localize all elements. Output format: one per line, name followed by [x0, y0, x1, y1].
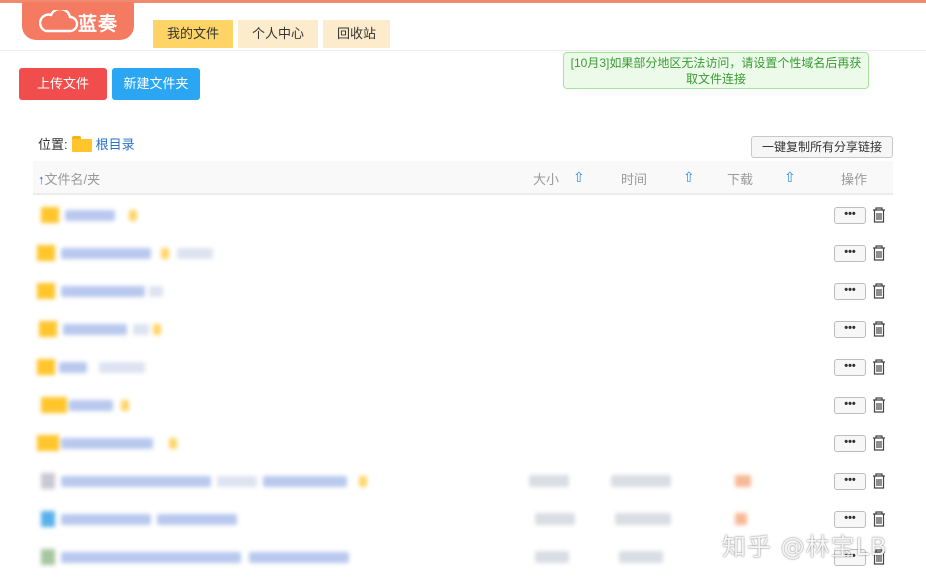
breadcrumb: 位置: 根目录 — [38, 134, 135, 153]
trash-icon[interactable] — [871, 472, 887, 490]
main-tabs: 我的文件 个人中心 回收站 — [153, 20, 391, 48]
blurred-file-time — [615, 513, 671, 525]
table-row[interactable]: ••• — [33, 275, 893, 313]
column-header-name[interactable]: ↑文件名/夹 — [38, 169, 100, 188]
trash-icon[interactable] — [871, 434, 887, 452]
file-table-header: ↑文件名/夹 大小 ⇧ 时间 ⇧ 下载 ⇧ 操作 — [33, 161, 893, 195]
more-actions-button[interactable]: ••• — [834, 473, 866, 490]
sort-size-icon[interactable]: ⇧ — [573, 169, 585, 186]
notice-banner: [10月3]如果部分地区无法访问，请设置个性域名后再获 取文件连接 — [563, 52, 869, 89]
sort-downloads-icon[interactable]: ⇧ — [784, 169, 796, 186]
blurred-download-count — [735, 513, 747, 525]
cloud-icon — [38, 10, 79, 33]
header-divider — [0, 50, 926, 51]
more-actions-button[interactable]: ••• — [834, 207, 866, 224]
more-actions-button[interactable]: ••• — [834, 397, 866, 414]
more-actions-button[interactable]: ••• — [834, 245, 866, 262]
trash-icon[interactable] — [871, 282, 887, 300]
new-folder-button[interactable]: 新建文件夹 — [112, 68, 200, 100]
blurred-download-count — [735, 475, 751, 487]
logo-text: 蓝奏 — [78, 13, 119, 35]
tab-recycle-bin[interactable]: 回收站 — [323, 20, 391, 48]
blurred-file-time — [619, 551, 663, 563]
notice-line-2: 取文件连接 — [685, 72, 746, 86]
trash-icon[interactable] — [871, 358, 887, 376]
blurred-file-size — [529, 475, 569, 487]
table-row[interactable]: ••• — [33, 313, 893, 351]
more-actions-button[interactable]: ••• — [834, 321, 866, 338]
watermark: 知乎 @林宝LB — [722, 533, 888, 561]
table-row[interactable]: ••• — [33, 427, 893, 465]
blurred-file-size — [535, 513, 575, 525]
top-accent-line — [0, 0, 926, 3]
root-directory-link[interactable]: 根目录 — [96, 134, 135, 153]
blurred-file-size — [535, 551, 569, 563]
sort-time-icon[interactable]: ⇧ — [683, 169, 695, 186]
trash-icon[interactable] — [871, 206, 887, 224]
more-actions-button[interactable]: ••• — [834, 283, 866, 300]
table-row[interactable]: ••• — [33, 237, 893, 275]
trash-icon[interactable] — [871, 396, 887, 414]
blurred-file-time — [611, 475, 671, 487]
more-actions-button[interactable]: ••• — [834, 359, 866, 376]
location-label: 位置: — [38, 137, 68, 152]
column-header-time: 时间 — [621, 172, 648, 187]
more-actions-button[interactable]: ••• — [834, 511, 866, 528]
column-header-downloads: 下载 — [727, 172, 754, 187]
column-header-operation: 操作 — [841, 172, 868, 187]
table-row[interactable]: ••• — [33, 351, 893, 389]
column-header-size: 大小 — [533, 172, 560, 187]
tab-my-files[interactable]: 我的文件 — [153, 20, 234, 48]
table-row[interactable]: ••• — [33, 199, 893, 237]
table-row[interactable]: ••• — [33, 389, 893, 427]
notice-line-1: [10月3]如果部分地区无法访问，请设置个性域名后再获 — [570, 56, 862, 70]
tab-personal-center[interactable]: 个人中心 — [238, 20, 319, 48]
trash-icon[interactable] — [871, 510, 887, 528]
folder-icon — [71, 135, 92, 152]
trash-icon[interactable] — [871, 244, 887, 262]
upload-file-button[interactable]: 上传文件 — [19, 68, 107, 100]
table-row[interactable]: ••• — [33, 465, 893, 503]
trash-icon[interactable] — [871, 320, 887, 338]
app-logo[interactable]: 蓝奏 — [22, 2, 134, 40]
copy-all-share-links-button[interactable]: 一键复制所有分享链接 — [751, 136, 893, 158]
more-actions-button[interactable]: ••• — [834, 435, 866, 452]
